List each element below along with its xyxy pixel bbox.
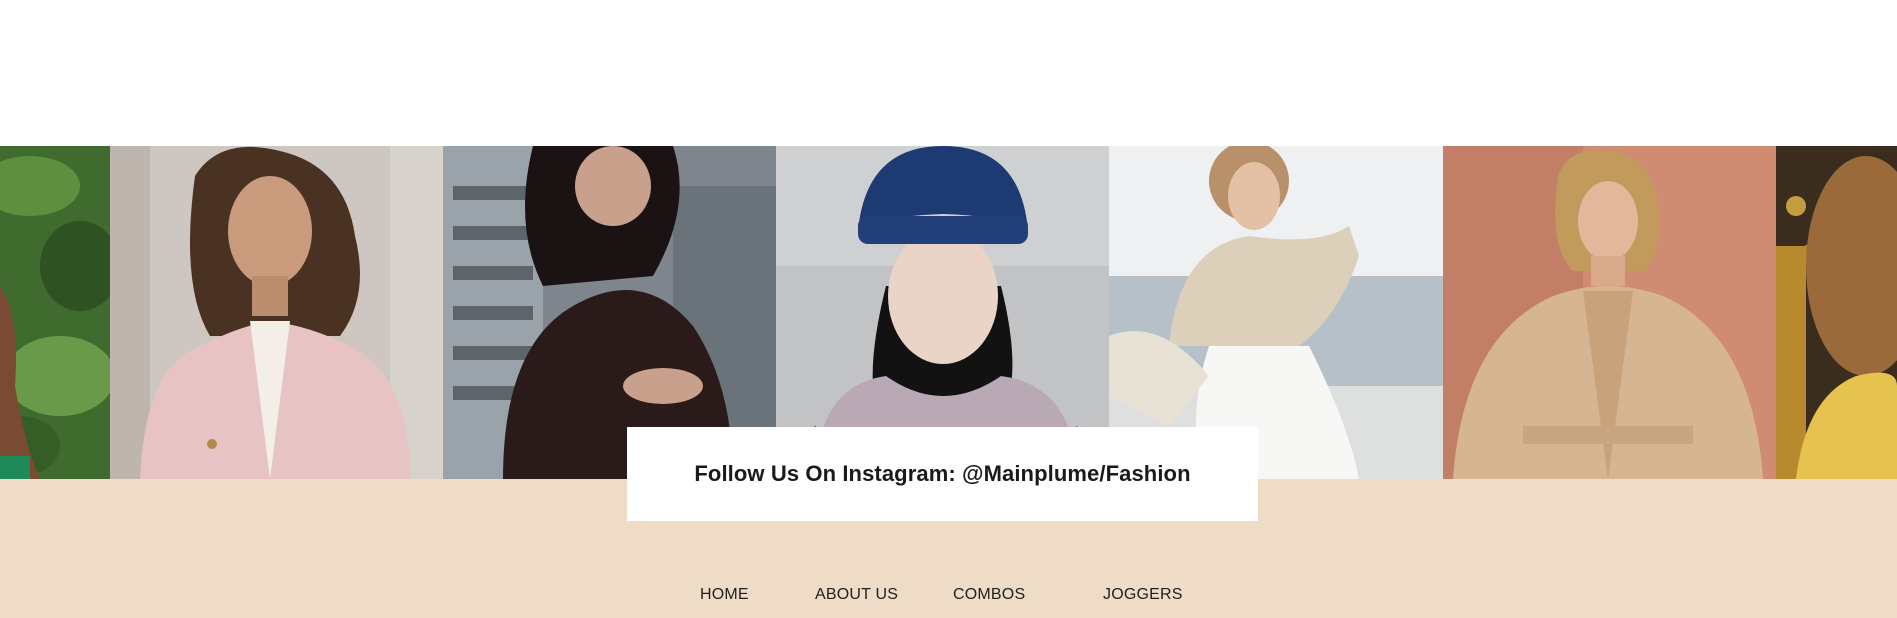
- gallery-photo-tropical[interactable]: [0, 146, 110, 479]
- footer-nav: HOME ABOUT US COMBOS JOGGERS: [0, 586, 1897, 608]
- nav-link-joggers[interactable]: JOGGERS: [1103, 586, 1183, 604]
- instagram-follow-card[interactable]: Follow Us On Instagram: @Mainplume/Fashi…: [627, 427, 1258, 521]
- nav-link-home[interactable]: HOME: [700, 586, 749, 604]
- page: Follow Us On Instagram: @Mainplume/Fashi…: [0, 0, 1897, 618]
- instagram-follow-label[interactable]: Follow Us On Instagram: @Mainplume/Fashi…: [694, 461, 1190, 487]
- gallery-photo-pink-coat[interactable]: [110, 146, 443, 479]
- nav-link-about-us[interactable]: ABOUT US: [815, 586, 898, 604]
- nav-link-combos[interactable]: COMBOS: [953, 586, 1025, 604]
- gallery-photo-trench-coat[interactable]: [1443, 146, 1776, 479]
- gallery-photo-curly-hair[interactable]: [1776, 146, 1897, 479]
